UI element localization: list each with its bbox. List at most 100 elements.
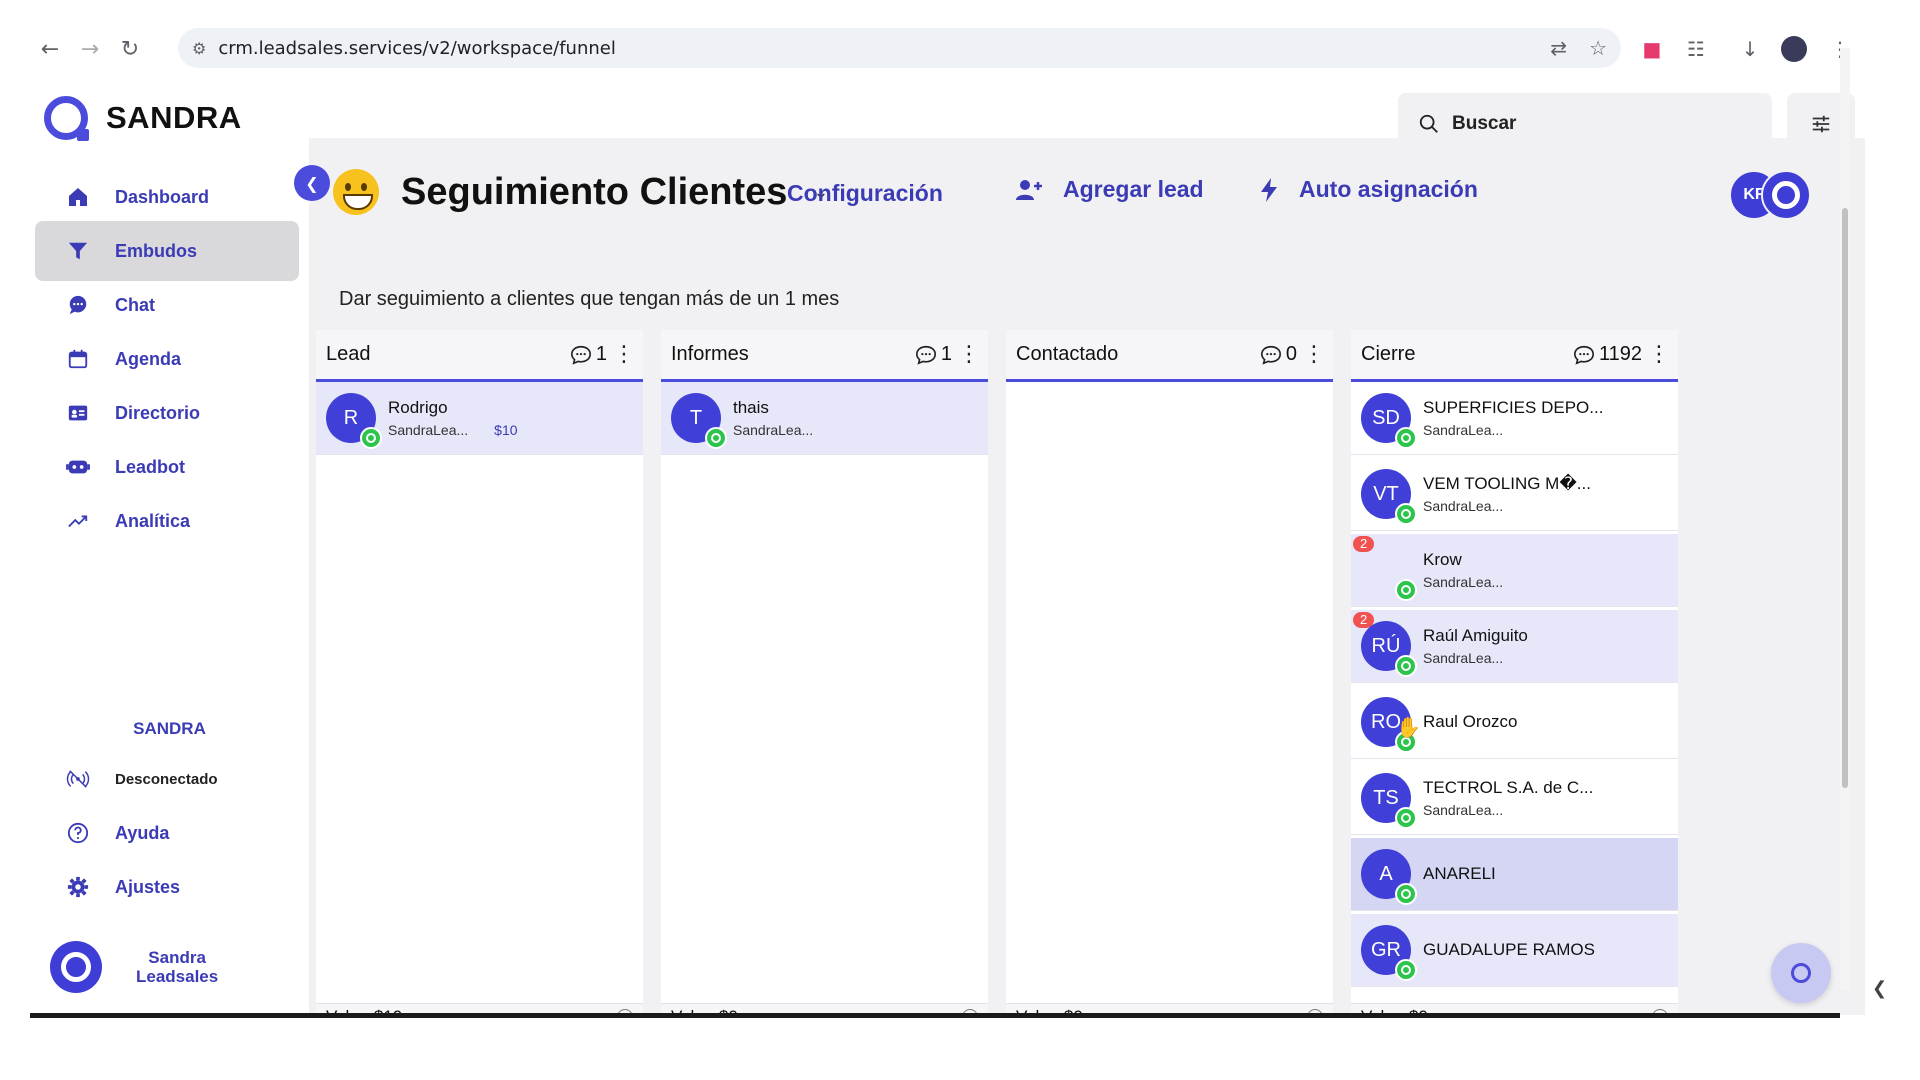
column-menu-icon[interactable]: ⋮ [1303,343,1325,365]
whatsapp-icon [1395,807,1417,829]
lead-name: thais [733,398,769,417]
gear-icon [65,874,91,900]
lead-owner: SandraLea... [1423,802,1504,818]
lead-owner: SandraLea... [733,422,814,438]
avatar: R [326,393,382,449]
avatar-initials: R [343,406,359,429]
reload-icon[interactable]: ↻ [110,29,150,69]
chat-icon [65,292,91,318]
sidebar-item-label: Desconectado [115,770,218,788]
column-title: Cierre [1361,343,1416,365]
site-settings-icon[interactable]: ⚙ [192,39,206,58]
lead-owner: SandraLea... [1423,574,1504,590]
forward-icon[interactable]: → [70,29,110,69]
lead-name: TECTROL S.A. de C... [1423,778,1594,797]
lead-card[interactable]: T thais SandraLea... [661,382,988,454]
bottom-divider [30,1013,1840,1018]
auto-assign-label: Auto asignación [1299,176,1478,202]
sidebar-item-directorio[interactable]: Directorio [35,383,299,443]
workspace-brand-name: SANDRA [106,100,242,135]
sidebar-item-ajustes[interactable]: Ajustes [35,857,299,917]
help-icon [65,820,91,846]
chat-launcher-icon [1791,963,1811,983]
lead-card[interactable]: A ANARELI [1351,838,1678,910]
column-count-value: 1 [940,343,952,365]
avatar: VT [1361,469,1417,525]
page-scrollbar[interactable] [1840,48,1850,990]
sidebar-item-ayuda[interactable]: Ayuda [35,803,299,863]
lead-owner: SandraLea... [1423,422,1504,438]
add-lead-button[interactable]: Agregar lead [1015,176,1204,203]
team-avatars[interactable]: KF [1729,170,1813,220]
sidebar-item-label: Directorio [115,402,201,423]
chat-bubble-icon [915,345,936,365]
user-profile[interactable]: Sandra Leadsales [50,941,218,993]
column-count-value: 1192 [1598,343,1642,365]
extension-icon[interactable]: ■ [1632,29,1672,69]
lead-card[interactable]: 2 RÚ Raúl Amiguito SandraLea... [1351,610,1678,682]
lead-card[interactable]: VT VEM TOOLING M�... SandraLea... [1351,458,1678,530]
scrollbar-thumb[interactable] [1842,208,1848,788]
lead-name: GUADALUPE RAMOS [1423,940,1595,959]
column-header: Cierre 1192 ⋮ [1351,330,1678,382]
avatar-broken-image [1361,545,1417,601]
column-menu-icon[interactable]: ⋮ [613,343,635,365]
column-count: 0 [1259,343,1297,366]
add-user-icon [1016,179,1042,200]
disconnected-icon [65,766,91,792]
stage-column-informes: Informes 1 ⋮ T thais SandraLea... Valor:… [661,330,988,1015]
profile-avatar[interactable] [1774,29,1814,69]
sidebar: Dashboard Embudos Chat Agenda Directorio… [30,163,309,1015]
bookmark-star-icon[interactable]: ☆ [1589,36,1607,60]
sidebar-item-analitica[interactable]: Analítica [35,491,299,551]
chevron-left-icon[interactable]: ❮ [1872,978,1887,999]
funnel-board: Seguimiento Clientes ⌄ Configuración Agr… [309,138,1865,1015]
browser-window: ← → ↻ ⚙ crm.leadsales.services/v2/worksp… [30,25,1865,1015]
lead-card[interactable]: SD SUPERFICIES DEPO... SandraLea... [1351,382,1678,454]
sidebar-item-leadbot[interactable]: Leadbot [35,437,299,497]
calendar-icon [65,346,91,372]
translate-icon[interactable]: ⇄ [1550,36,1567,60]
sidebar-item-chat[interactable]: Chat [35,275,299,335]
sidebar-item-dashboard[interactable]: Dashboard [35,167,299,227]
url-text[interactable]: crm.leadsales.services/v2/workspace/funn… [218,38,616,59]
funnel-description: Dar seguimiento a clientes que tengan má… [339,288,840,310]
connection-status[interactable]: Desconectado [35,749,299,809]
sliders-icon [1812,115,1830,133]
chat-bubble-icon [570,345,591,365]
avatar: T [671,393,727,449]
trend-icon [65,508,91,534]
search-placeholder: Buscar [1452,113,1517,134]
auto-assign-button[interactable]: Auto asignación [1259,176,1478,203]
configuration-link[interactable]: Configuración [787,180,943,207]
sidebar-item-agenda[interactable]: Agenda [35,329,299,389]
lead-card[interactable]: GR GUADALUPE RAMOS [1351,914,1678,986]
column-title: Informes [671,343,749,365]
lead-name: Krow [1423,550,1462,569]
avatar-initials: T [689,406,703,429]
lead-card[interactable]: R Rodrigo SandraLea... $10 [316,382,643,454]
leadsales-logo-icon [44,96,89,141]
avatar [50,941,102,993]
column-header: Contactado 0 ⋮ [1006,330,1333,382]
sidebar-item-embudos[interactable]: Embudos [35,221,299,281]
whatsapp-icon [360,427,382,449]
lead-card[interactable]: 2 Krow SandraLea... [1351,534,1678,606]
support-chat-button[interactable] [1771,943,1831,1003]
column-count-value: 1 [595,343,607,365]
lead-card[interactable]: TS TECTROL S.A. de C... SandraLea... [1351,762,1678,834]
avatar [1761,170,1811,220]
page-title: Seguimiento Clientes [401,170,788,213]
address-bar[interactable]: ⚙ crm.leadsales.services/v2/workspace/fu… [178,28,1621,68]
download-icon[interactable]: ↓ [1730,29,1770,69]
back-icon[interactable]: ← [30,29,70,69]
column-menu-icon[interactable]: ⋮ [958,343,980,365]
collapse-sidebar-button[interactable]: ❮ [294,165,330,201]
bot-icon [65,454,91,480]
brand[interactable]: SANDRA [44,73,242,163]
column-menu-icon[interactable]: ⋮ [1648,343,1670,365]
lead-value: $10 [494,422,518,438]
user-last-name: Leadsales [136,967,219,986]
sidebar-item-label: Analítica [115,510,191,531]
extensions-puzzle-icon[interactable]: ☷ [1676,29,1716,69]
